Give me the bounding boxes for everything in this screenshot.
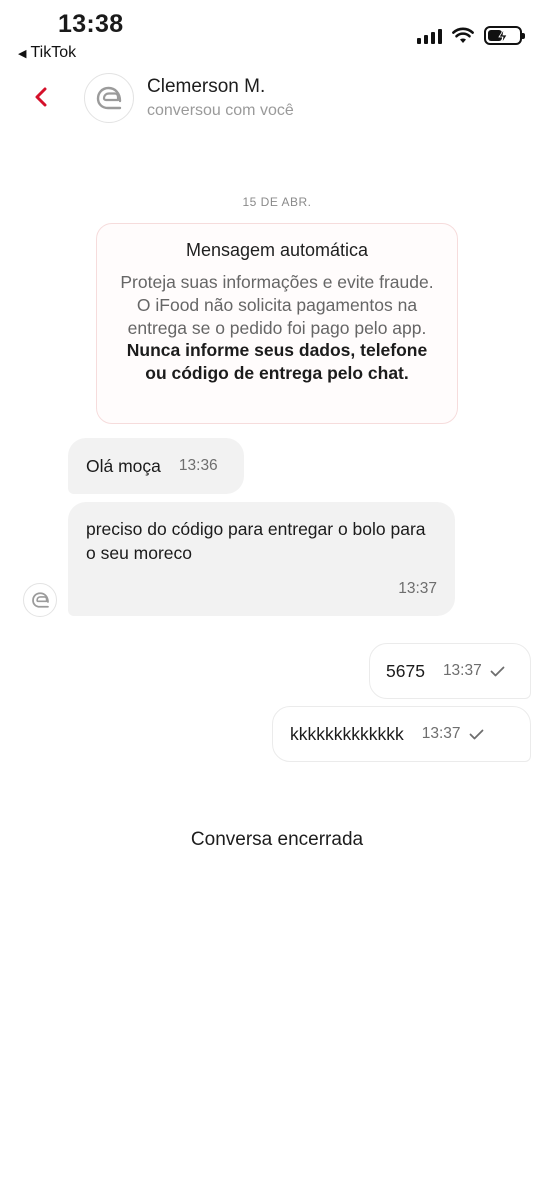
automatic-message-card: Mensagem automática Proteja suas informa… — [96, 223, 458, 424]
courier-avatar[interactable] — [84, 73, 134, 123]
date-separator: 15 DE ABR. — [242, 195, 312, 209]
chat-screen: 13:38 ◀ TikTok Clemerson M. conversou co… — [0, 0, 554, 1199]
check-icon — [490, 666, 505, 677]
automatic-message-warning: Nunca informe seus dados, telefone ou có… — [126, 340, 428, 383]
message-time: 13:37 — [421, 725, 461, 742]
battery-charging-icon — [484, 26, 525, 45]
chevron-left-icon — [35, 87, 47, 107]
helmet-icon — [31, 592, 49, 608]
status-time: 13:38 — [58, 10, 124, 38]
incoming-message[interactable]: preciso do código para entregar o bolo p… — [68, 502, 455, 616]
message-text: preciso do código para entregar o bolo p… — [86, 519, 426, 563]
message-text: Olá moça — [86, 455, 161, 476]
contact-name: Clemerson M. — [147, 76, 266, 97]
back-button[interactable] — [26, 82, 56, 112]
message-text: 5675 — [386, 660, 425, 681]
courier-avatar-small — [23, 583, 57, 617]
automatic-message-title: Mensagem automática — [185, 240, 369, 260]
message-text: kkkkkkkkkkkkk — [290, 723, 404, 744]
message-time: 13:36 — [178, 457, 218, 474]
wifi-icon — [452, 27, 474, 43]
back-app-label: TikTok — [30, 44, 77, 61]
automatic-message-text: Proteja suas informações e evite fraude.… — [120, 272, 434, 338]
back-triangle-icon: ◀ — [18, 47, 27, 60]
message-time: 13:37 — [398, 579, 437, 597]
contact-subtitle: conversou com você — [147, 102, 294, 119]
message-time: 13:37 — [442, 662, 482, 679]
automatic-message-body: Proteja suas informações e evite fraude.… — [115, 271, 439, 385]
incoming-message[interactable]: Olá moça 13:36 — [68, 438, 244, 494]
check-icon — [469, 729, 484, 740]
status-indicators — [417, 26, 525, 45]
cellular-signal-icon — [417, 28, 442, 44]
outgoing-message[interactable]: 5675 13:37 — [369, 643, 531, 699]
outgoing-message[interactable]: kkkkkkkkkkkkk 13:37 — [272, 706, 531, 762]
conversation-closed-label: Conversa encerrada — [190, 829, 364, 850]
helmet-icon — [96, 86, 122, 110]
back-to-app-link[interactable]: ◀ TikTok — [18, 44, 76, 62]
